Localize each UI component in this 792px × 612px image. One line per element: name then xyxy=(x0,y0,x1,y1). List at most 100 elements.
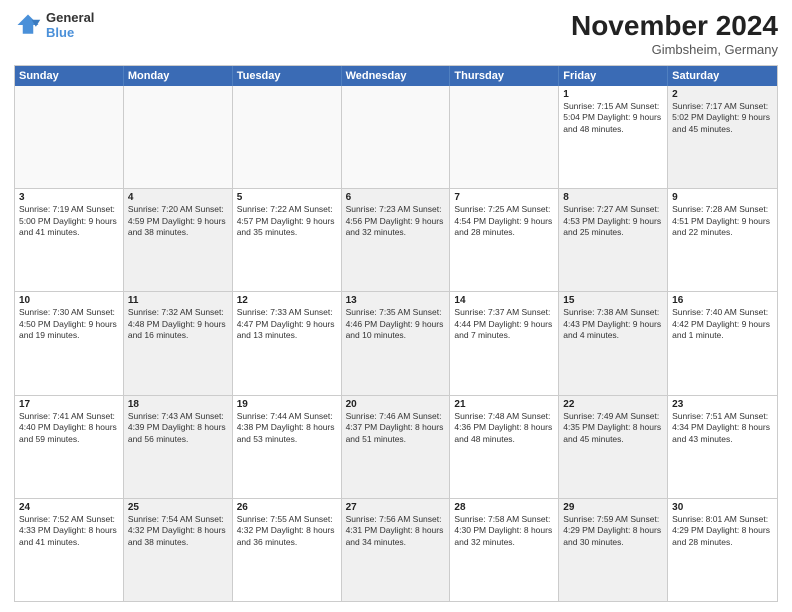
day-info: Sunrise: 7:25 AM Sunset: 4:54 PM Dayligh… xyxy=(454,204,554,238)
day-number: 10 xyxy=(19,295,119,306)
day-cell-19: 19Sunrise: 7:44 AM Sunset: 4:38 PM Dayli… xyxy=(233,396,342,498)
day-info: Sunrise: 7:28 AM Sunset: 4:51 PM Dayligh… xyxy=(672,204,773,238)
day-number: 24 xyxy=(19,502,119,513)
day-number: 14 xyxy=(454,295,554,306)
day-info: Sunrise: 7:23 AM Sunset: 4:56 PM Dayligh… xyxy=(346,204,446,238)
calendar-row-5: 24Sunrise: 7:52 AM Sunset: 4:33 PM Dayli… xyxy=(15,498,777,601)
day-number: 8 xyxy=(563,192,663,203)
day-cell-27: 27Sunrise: 7:56 AM Sunset: 4:31 PM Dayli… xyxy=(342,499,451,601)
day-info: Sunrise: 7:49 AM Sunset: 4:35 PM Dayligh… xyxy=(563,411,663,445)
day-info: Sunrise: 7:46 AM Sunset: 4:37 PM Dayligh… xyxy=(346,411,446,445)
header-wednesday: Wednesday xyxy=(342,66,451,86)
day-cell-1: 1Sunrise: 7:15 AM Sunset: 5:04 PM Daylig… xyxy=(559,86,668,188)
day-cell-30: 30Sunrise: 8:01 AM Sunset: 4:29 PM Dayli… xyxy=(668,499,777,601)
location: Gimbsheim, Germany xyxy=(571,42,778,57)
day-number: 3 xyxy=(19,192,119,203)
day-cell-18: 18Sunrise: 7:43 AM Sunset: 4:39 PM Dayli… xyxy=(124,396,233,498)
day-info: Sunrise: 7:33 AM Sunset: 4:47 PM Dayligh… xyxy=(237,307,337,341)
day-info: Sunrise: 7:59 AM Sunset: 4:29 PM Dayligh… xyxy=(563,514,663,548)
day-number: 18 xyxy=(128,399,228,410)
day-info: Sunrise: 7:44 AM Sunset: 4:38 PM Dayligh… xyxy=(237,411,337,445)
day-info: Sunrise: 7:52 AM Sunset: 4:33 PM Dayligh… xyxy=(19,514,119,548)
page: General Blue November 2024 Gimbsheim, Ge… xyxy=(0,0,792,612)
calendar-body: 1Sunrise: 7:15 AM Sunset: 5:04 PM Daylig… xyxy=(15,86,777,601)
logo: General Blue xyxy=(14,10,94,40)
day-cell-16: 16Sunrise: 7:40 AM Sunset: 4:42 PM Dayli… xyxy=(668,292,777,394)
day-cell-17: 17Sunrise: 7:41 AM Sunset: 4:40 PM Dayli… xyxy=(15,396,124,498)
day-cell-2: 2Sunrise: 7:17 AM Sunset: 5:02 PM Daylig… xyxy=(668,86,777,188)
day-number: 17 xyxy=(19,399,119,410)
day-info: Sunrise: 7:41 AM Sunset: 4:40 PM Dayligh… xyxy=(19,411,119,445)
day-info: Sunrise: 7:15 AM Sunset: 5:04 PM Dayligh… xyxy=(563,101,663,135)
calendar-row-2: 3Sunrise: 7:19 AM Sunset: 5:00 PM Daylig… xyxy=(15,188,777,291)
day-info: Sunrise: 7:19 AM Sunset: 5:00 PM Dayligh… xyxy=(19,204,119,238)
calendar-row-3: 10Sunrise: 7:30 AM Sunset: 4:50 PM Dayli… xyxy=(15,291,777,394)
day-info: Sunrise: 7:17 AM Sunset: 5:02 PM Dayligh… xyxy=(672,101,773,135)
day-cell-5: 5Sunrise: 7:22 AM Sunset: 4:57 PM Daylig… xyxy=(233,189,342,291)
day-number: 13 xyxy=(346,295,446,306)
day-info: Sunrise: 7:48 AM Sunset: 4:36 PM Dayligh… xyxy=(454,411,554,445)
calendar-row-4: 17Sunrise: 7:41 AM Sunset: 4:40 PM Dayli… xyxy=(15,395,777,498)
day-cell-7: 7Sunrise: 7:25 AM Sunset: 4:54 PM Daylig… xyxy=(450,189,559,291)
header-tuesday: Tuesday xyxy=(233,66,342,86)
header-thursday: Thursday xyxy=(450,66,559,86)
day-number: 16 xyxy=(672,295,773,306)
day-number: 27 xyxy=(346,502,446,513)
day-cell-8: 8Sunrise: 7:27 AM Sunset: 4:53 PM Daylig… xyxy=(559,189,668,291)
empty-cell-r0c4 xyxy=(450,86,559,188)
header-sunday: Sunday xyxy=(15,66,124,86)
empty-cell-r0c2 xyxy=(233,86,342,188)
day-number: 9 xyxy=(672,192,773,203)
day-info: Sunrise: 7:22 AM Sunset: 4:57 PM Dayligh… xyxy=(237,204,337,238)
header-monday: Monday xyxy=(124,66,233,86)
day-info: Sunrise: 7:40 AM Sunset: 4:42 PM Dayligh… xyxy=(672,307,773,341)
day-info: Sunrise: 7:56 AM Sunset: 4:31 PM Dayligh… xyxy=(346,514,446,548)
day-number: 30 xyxy=(672,502,773,513)
day-info: Sunrise: 7:58 AM Sunset: 4:30 PM Dayligh… xyxy=(454,514,554,548)
day-number: 4 xyxy=(128,192,228,203)
day-number: 12 xyxy=(237,295,337,306)
day-number: 25 xyxy=(128,502,228,513)
day-info: Sunrise: 7:35 AM Sunset: 4:46 PM Dayligh… xyxy=(346,307,446,341)
header-saturday: Saturday xyxy=(668,66,777,86)
day-number: 15 xyxy=(563,295,663,306)
day-number: 19 xyxy=(237,399,337,410)
day-cell-11: 11Sunrise: 7:32 AM Sunset: 4:48 PM Dayli… xyxy=(124,292,233,394)
day-cell-3: 3Sunrise: 7:19 AM Sunset: 5:00 PM Daylig… xyxy=(15,189,124,291)
empty-cell-r0c3 xyxy=(342,86,451,188)
day-cell-26: 26Sunrise: 7:55 AM Sunset: 4:32 PM Dayli… xyxy=(233,499,342,601)
day-number: 21 xyxy=(454,399,554,410)
title-block: November 2024 Gimbsheim, Germany xyxy=(571,10,778,57)
day-cell-23: 23Sunrise: 7:51 AM Sunset: 4:34 PM Dayli… xyxy=(668,396,777,498)
day-number: 29 xyxy=(563,502,663,513)
day-info: Sunrise: 7:54 AM Sunset: 4:32 PM Dayligh… xyxy=(128,514,228,548)
empty-cell-r0c0 xyxy=(15,86,124,188)
day-cell-12: 12Sunrise: 7:33 AM Sunset: 4:47 PM Dayli… xyxy=(233,292,342,394)
logo-text: General Blue xyxy=(46,10,94,40)
day-info: Sunrise: 7:32 AM Sunset: 4:48 PM Dayligh… xyxy=(128,307,228,341)
day-info: Sunrise: 7:37 AM Sunset: 4:44 PM Dayligh… xyxy=(454,307,554,341)
header: General Blue November 2024 Gimbsheim, Ge… xyxy=(14,10,778,57)
day-number: 28 xyxy=(454,502,554,513)
day-info: Sunrise: 7:20 AM Sunset: 4:59 PM Dayligh… xyxy=(128,204,228,238)
day-number: 5 xyxy=(237,192,337,203)
day-info: Sunrise: 7:51 AM Sunset: 4:34 PM Dayligh… xyxy=(672,411,773,445)
day-cell-20: 20Sunrise: 7:46 AM Sunset: 4:37 PM Dayli… xyxy=(342,396,451,498)
day-number: 23 xyxy=(672,399,773,410)
day-cell-29: 29Sunrise: 7:59 AM Sunset: 4:29 PM Dayli… xyxy=(559,499,668,601)
day-cell-4: 4Sunrise: 7:20 AM Sunset: 4:59 PM Daylig… xyxy=(124,189,233,291)
day-number: 26 xyxy=(237,502,337,513)
day-cell-14: 14Sunrise: 7:37 AM Sunset: 4:44 PM Dayli… xyxy=(450,292,559,394)
logo-icon xyxy=(14,11,42,39)
day-number: 6 xyxy=(346,192,446,203)
month-title: November 2024 xyxy=(571,10,778,42)
day-info: Sunrise: 7:55 AM Sunset: 4:32 PM Dayligh… xyxy=(237,514,337,548)
day-info: Sunrise: 8:01 AM Sunset: 4:29 PM Dayligh… xyxy=(672,514,773,548)
day-number: 11 xyxy=(128,295,228,306)
day-info: Sunrise: 7:38 AM Sunset: 4:43 PM Dayligh… xyxy=(563,307,663,341)
calendar: Sunday Monday Tuesday Wednesday Thursday… xyxy=(14,65,778,602)
day-number: 1 xyxy=(563,89,663,100)
day-info: Sunrise: 7:43 AM Sunset: 4:39 PM Dayligh… xyxy=(128,411,228,445)
empty-cell-r0c1 xyxy=(124,86,233,188)
day-number: 7 xyxy=(454,192,554,203)
